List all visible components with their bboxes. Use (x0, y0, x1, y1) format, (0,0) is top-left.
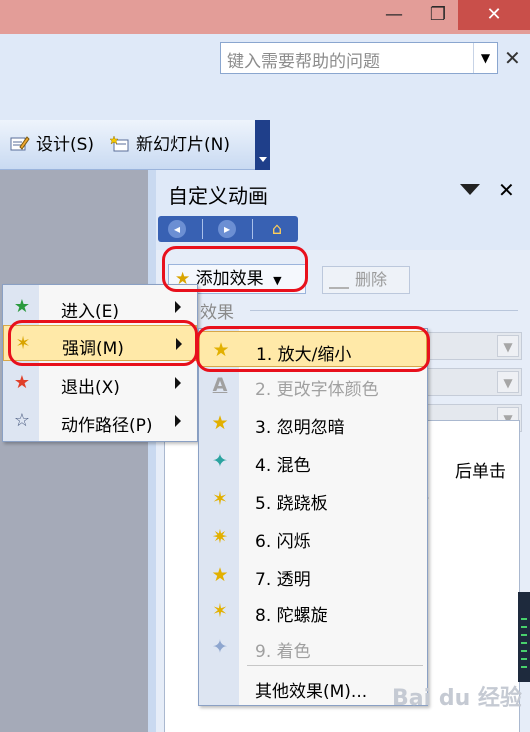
chevron-down-icon: ▼ (497, 335, 519, 357)
flash-icon: ✷ (212, 526, 228, 548)
spin-icon: ✶ (212, 600, 228, 622)
submenu-item-label: 6. 闪烁 (255, 532, 311, 552)
motion-path-icon: ☆ (13, 410, 31, 431)
scrollbar-strip[interactable] (518, 592, 530, 682)
emphasis-submenu: ★ 1. 放大/缩小 A 2. 更改字体颜色 ★ 3. 忽明忽暗 ✦ 4. 混色… (198, 328, 428, 706)
menu-item-label: 进入(E) (61, 302, 120, 322)
close-window-button[interactable]: ✕ (458, 0, 530, 30)
section-divider (250, 310, 518, 311)
blend-icon: ✦ (212, 450, 228, 472)
submenu-item-label: 4. 混色 (255, 456, 311, 476)
maximize-button[interactable]: ❐ (418, 0, 458, 30)
help-search-input[interactable]: 键入需要帮助的问题 (227, 47, 380, 72)
back-icon[interactable]: ◂ (168, 220, 186, 238)
exit-icon: ★ (13, 372, 31, 393)
flicker-icon: ★ (211, 412, 229, 434)
chevron-down-icon[interactable]: ▼ (473, 43, 497, 73)
annotation-add-effect (162, 246, 308, 292)
menu-item-label: 退出(X) (61, 378, 120, 398)
submenu-item-spin[interactable]: ✶ 8. 陀螺旋 (199, 593, 427, 629)
task-pane-title: 自定义动画 (168, 184, 268, 208)
submenu-item-label: 9. 着色 (255, 642, 311, 662)
close-icon: ✕ (486, 4, 502, 25)
submenu-item-colorize[interactable]: ✦ 9. 着色 (199, 629, 427, 665)
menu-item-exit[interactable]: ★ 退出(X) (3, 365, 197, 401)
task-pane-nav: ◂ ▸ ⌂ (158, 216, 298, 242)
help-search-box[interactable]: 键入需要帮助的问题 ▼ (220, 42, 498, 74)
submenu-item-teeter[interactable]: ✶ 5. 跷跷板 (199, 481, 427, 517)
submenu-arrow-icon (175, 377, 181, 389)
formatting-toolbar: 设计(S) 新幻灯片(N) (0, 120, 255, 170)
submenu-item-label: 5. 跷跷板 (255, 494, 328, 514)
delete-label: 删除 (355, 270, 388, 289)
transparency-icon: ★ (211, 564, 229, 586)
submenu-item-label: 7. 透明 (255, 570, 311, 590)
effect-section-label: 效果 (200, 303, 234, 323)
toolbar-options-button[interactable] (255, 120, 270, 170)
submenu-item-label: 2. 更改字体颜色 (255, 380, 379, 400)
colorize-icon: ✦ (212, 636, 228, 658)
property-dropdown[interactable]: ▼ (416, 368, 522, 396)
chevron-down-icon: ▼ (497, 371, 519, 393)
submenu-item-flash[interactable]: ✷ 6. 闪烁 (199, 519, 427, 555)
annotation-grow-shrink (196, 326, 430, 372)
submenu-item-label: 3. 忽明忽暗 (255, 418, 345, 438)
submenu-divider (247, 665, 423, 666)
pane-border (148, 170, 156, 732)
submenu-item-change-font-color[interactable]: A 2. 更改字体颜色 (199, 367, 427, 403)
toolbar-band (270, 120, 530, 170)
design-button[interactable]: 设计(S) (10, 132, 94, 158)
nav-divider (202, 219, 203, 239)
submenu-item-flicker[interactable]: ★ 3. 忽明忽暗 (199, 405, 427, 441)
delete-button[interactable]: 删除 (322, 266, 410, 294)
submenu-arrow-icon (175, 301, 181, 313)
menu-item-label: 动作路径(P) (61, 416, 153, 436)
design-label: 设计(S) (36, 135, 95, 155)
slide-area (0, 170, 148, 732)
design-icon (10, 136, 30, 151)
new-slide-icon (110, 135, 129, 152)
nav-divider (252, 219, 253, 239)
close-help-icon[interactable]: ✕ (504, 46, 521, 70)
forward-icon[interactable]: ▸ (218, 220, 236, 238)
submenu-item-label: 其他效果(M)... (255, 682, 368, 702)
teeter-icon: ✶ (212, 488, 228, 510)
maximize-icon: ❐ (429, 4, 447, 25)
delete-icon (329, 271, 349, 289)
font-color-icon: A (212, 374, 228, 396)
home-icon[interactable]: ⌂ (268, 220, 286, 238)
annotation-emphasis (8, 320, 198, 366)
task-pane-menu-icon[interactable] (460, 184, 480, 195)
new-slide-button[interactable]: 新幻灯片(N) (110, 132, 230, 158)
entrance-icon: ★ (13, 296, 31, 317)
minimize-icon: — (385, 4, 403, 25)
watermark: Bai du 经验 (392, 686, 522, 711)
task-pane-close-icon[interactable]: ✕ (498, 178, 515, 202)
submenu-item-blend[interactable]: ✦ 4. 混色 (199, 443, 427, 479)
minimize-button[interactable]: — (370, 0, 418, 30)
animation-list-hint: 后单击 (455, 462, 506, 482)
new-slide-label: 新幻灯片(N) (136, 135, 230, 155)
submenu-arrow-icon (175, 415, 181, 427)
submenu-item-label: 8. 陀螺旋 (255, 606, 328, 626)
start-dropdown[interactable]: ▼ (416, 332, 522, 360)
menu-item-motion-path[interactable]: ☆ 动作路径(P) (3, 403, 197, 439)
submenu-item-transparency[interactable]: ★ 7. 透明 (199, 557, 427, 593)
